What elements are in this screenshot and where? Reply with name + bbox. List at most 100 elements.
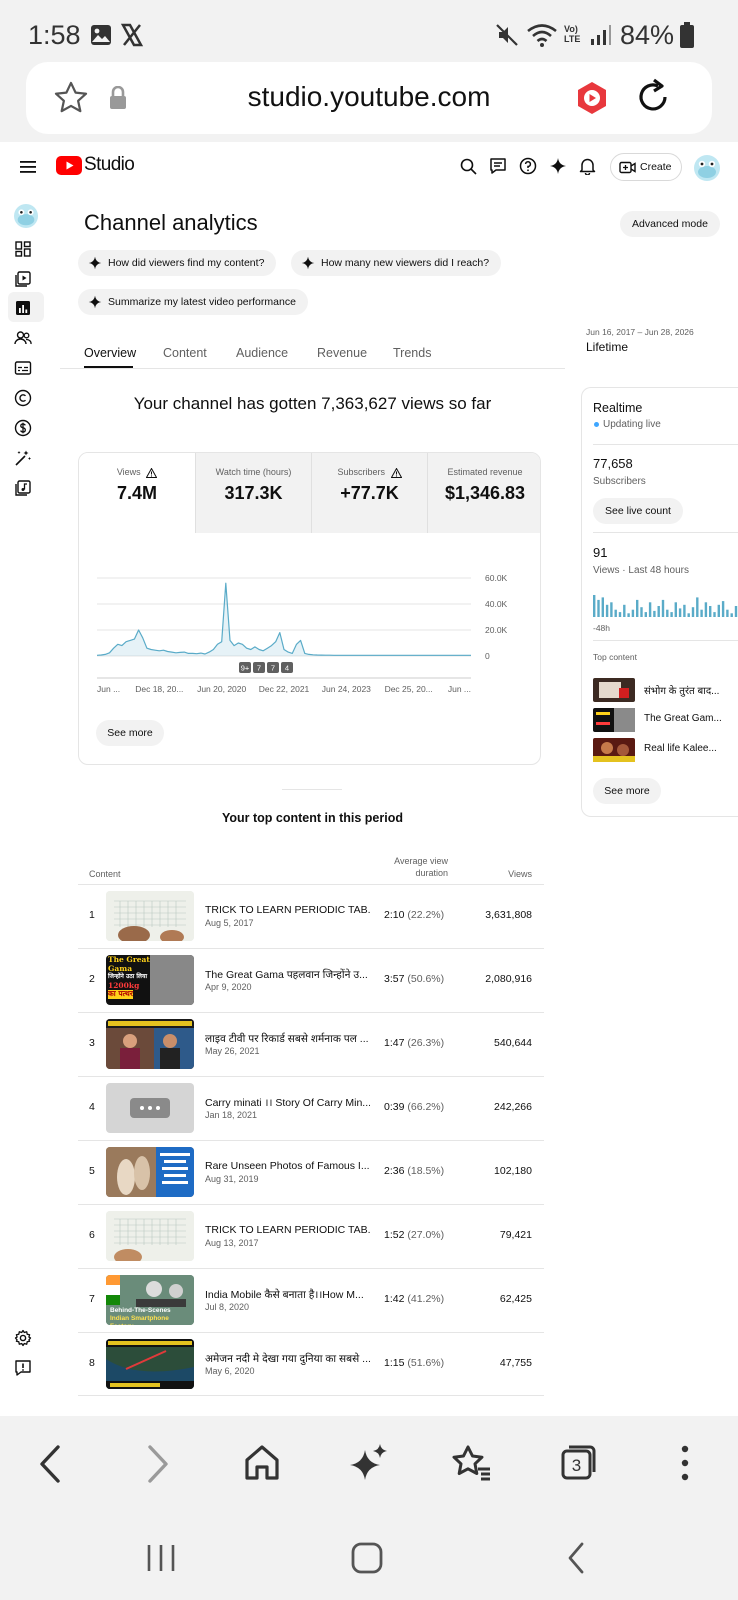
video-title[interactable]: अमेजन नदी मे देखा गया दुनिया का सबसे ... bbox=[205, 1352, 370, 1366]
menu-icon[interactable] bbox=[20, 160, 36, 174]
sparkle-icon[interactable] bbox=[549, 157, 567, 175]
analytics-icon[interactable] bbox=[14, 299, 40, 325]
realtime-bar bbox=[601, 597, 604, 617]
period-label[interactable]: Lifetime bbox=[586, 340, 628, 354]
video-title[interactable]: लाइव टीवी पर रिकार्ड सबसे शर्मनाक पल ... bbox=[205, 1032, 370, 1046]
video-thumbnail[interactable]: The Great Gama जिन्होंने उठा लिया 1200kg … bbox=[106, 955, 194, 1005]
community-icon[interactable] bbox=[14, 329, 40, 355]
table-row[interactable]: 1 TRICK TO LEARN PERIODIC TAB... Aug 5, … bbox=[78, 884, 544, 948]
tab-audience[interactable]: Audience bbox=[236, 346, 288, 360]
earn-icon[interactable] bbox=[14, 419, 40, 445]
sidebar-avatar[interactable] bbox=[14, 204, 38, 228]
table-row[interactable]: 3 लाइव टीवी पर रिकार्ड सबसे शर्मनाक पल .… bbox=[78, 1012, 544, 1076]
page-title: Channel analytics bbox=[84, 210, 258, 235]
video-title[interactable]: The Great Gama पहलवान जिन्होंने उ... bbox=[205, 968, 370, 982]
android-home-icon[interactable] bbox=[351, 1542, 383, 1574]
table-row[interactable]: 2 The Great Gama जिन्होंने उठा लिया 1200k… bbox=[78, 948, 544, 1012]
realtime-bar bbox=[661, 599, 665, 617]
see-live-count-button[interactable]: See live count bbox=[593, 498, 683, 524]
table-row[interactable]: 4 Carry minati ।। Story Of Carry Min... … bbox=[78, 1076, 544, 1140]
video-thumbnail[interactable] bbox=[106, 891, 194, 941]
advanced-mode-button[interactable]: Advanced mode bbox=[620, 211, 720, 237]
video-thumbnail[interactable] bbox=[106, 1147, 194, 1197]
see-more-button[interactable]: See more bbox=[96, 720, 164, 746]
section-divider bbox=[282, 789, 342, 790]
metric-watch-time[interactable]: Watch time (hours) 317.3K bbox=[195, 453, 311, 533]
realtime-item[interactable]: संभोग के तुरंत बाद... bbox=[593, 678, 738, 702]
more-vertical-icon[interactable] bbox=[678, 1444, 692, 1482]
help-icon[interactable] bbox=[519, 157, 537, 175]
suggestion-chip-viewers-find[interactable]: How did viewers find my content? bbox=[78, 250, 277, 276]
comments-icon[interactable] bbox=[489, 157, 507, 175]
tab-revenue[interactable]: Revenue bbox=[317, 346, 367, 360]
metric-views[interactable]: Views 7.4M bbox=[79, 453, 195, 533]
bookmarks-icon[interactable] bbox=[452, 1444, 492, 1482]
reload-icon[interactable] bbox=[632, 76, 674, 118]
video-thumbnail[interactable]: Behind-The-Scenes Indian Smartphone Fact… bbox=[106, 1275, 194, 1325]
home-icon[interactable] bbox=[244, 1444, 280, 1482]
subtitles-icon[interactable] bbox=[14, 359, 40, 385]
tabs-button[interactable]: 3 bbox=[560, 1443, 598, 1481]
customization-icon[interactable] bbox=[14, 449, 40, 475]
studio-brand[interactable]: Studio bbox=[84, 154, 135, 176]
series-area bbox=[97, 583, 471, 656]
suggestion-chip-summarize[interactable]: Summarize my latest video performance bbox=[78, 289, 308, 315]
header-content: Content bbox=[89, 869, 121, 879]
live-dot-icon bbox=[594, 422, 599, 427]
video-thumbnail[interactable] bbox=[106, 1211, 194, 1261]
realtime-item-title: The Great Gam... bbox=[644, 713, 722, 724]
video-title[interactable]: Carry minati ।। Story Of Carry Min... bbox=[205, 1096, 370, 1110]
header-avg-duration-1: Average view bbox=[394, 856, 448, 866]
warning-icon bbox=[390, 467, 402, 478]
feedback-icon[interactable] bbox=[14, 1359, 40, 1385]
row-rank: 5 bbox=[89, 1165, 95, 1177]
views-headline: Your channel has gotten 7,363,627 views … bbox=[133, 394, 492, 413]
x-tick-label: Jun 20, 2020 bbox=[197, 684, 246, 694]
tab-overview[interactable]: Overview bbox=[84, 346, 136, 360]
table-row[interactable]: 5 Rare Unseen Photos of Famous I... Aug … bbox=[78, 1140, 544, 1204]
copyright-icon[interactable] bbox=[14, 389, 40, 415]
table-row[interactable]: 6 TRICK TO LEARN PERIODIC TAB... Aug 13,… bbox=[78, 1204, 544, 1268]
realtime-bar bbox=[717, 604, 720, 617]
recent-apps-icon[interactable] bbox=[146, 1544, 176, 1572]
settings-icon[interactable] bbox=[14, 1329, 40, 1355]
ai-sparkle-icon[interactable] bbox=[350, 1444, 388, 1482]
realtime-bar bbox=[614, 609, 617, 617]
video-thumbnail[interactable] bbox=[106, 1339, 194, 1389]
channel-avatar[interactable] bbox=[694, 155, 720, 181]
suggestion-chip-new-viewers[interactable]: How many new viewers did I reach? bbox=[291, 250, 502, 276]
video-thumbnail[interactable] bbox=[106, 1019, 194, 1069]
table-row[interactable]: 8 अमेजन नदी मे देखा गया दुनिया का सबसे .… bbox=[78, 1332, 544, 1396]
search-icon[interactable] bbox=[460, 158, 477, 175]
forward-icon[interactable] bbox=[144, 1444, 172, 1484]
event-marker-label: 4 bbox=[285, 664, 289, 673]
dashboard-icon[interactable] bbox=[14, 240, 40, 266]
video-title[interactable]: TRICK TO LEARN PERIODIC TAB... bbox=[205, 904, 370, 916]
brave-rewards-icon[interactable] bbox=[574, 80, 610, 116]
tab-count: 3 bbox=[571, 1456, 582, 1475]
metric-subscribers[interactable]: Subscribers +77.7K bbox=[311, 453, 427, 533]
metric-revenue[interactable]: Estimated revenue $1,346.83 bbox=[427, 453, 540, 533]
metric-value: 7.4M bbox=[116, 483, 158, 503]
video-title[interactable]: TRICK TO LEARN PERIODIC TAB... bbox=[205, 1224, 370, 1236]
views-line-chart: 60.0K 40.0K 20.0K 0 9+ 7 7 4 Jun ... Dec 18, 20..… bbox=[96, 573, 508, 694]
create-button[interactable]: Create bbox=[610, 153, 682, 181]
realtime-see-more-button[interactable]: See more bbox=[593, 778, 661, 804]
android-back-icon[interactable] bbox=[566, 1542, 586, 1574]
realtime-bar bbox=[666, 609, 669, 617]
notifications-icon[interactable] bbox=[579, 157, 596, 175]
table-row[interactable]: 7 Behind-The-Scenes Indian Smartphone Fa… bbox=[78, 1268, 544, 1332]
video-thumbnail[interactable] bbox=[106, 1083, 194, 1133]
realtime-item[interactable]: The Great Gam... bbox=[593, 708, 738, 732]
youtube-logo-icon[interactable] bbox=[56, 156, 82, 175]
video-title[interactable]: India Mobile कैसे बनाता है।।How M... bbox=[205, 1288, 370, 1302]
tab-trends[interactable]: Trends bbox=[393, 346, 431, 360]
audio-library-icon[interactable] bbox=[14, 479, 40, 505]
back-icon[interactable] bbox=[36, 1444, 64, 1484]
realtime-bar bbox=[709, 606, 712, 617]
browser-url-bar[interactable]: studio.youtube.com bbox=[26, 62, 712, 134]
date-range[interactable]: Jun 16, 2017 – Jun 28, 2026 bbox=[586, 327, 694, 337]
tab-content[interactable]: Content bbox=[163, 346, 207, 360]
video-title[interactable]: Rare Unseen Photos of Famous I... bbox=[205, 1160, 370, 1172]
realtime-item[interactable]: Real life Kalee... bbox=[593, 738, 738, 762]
